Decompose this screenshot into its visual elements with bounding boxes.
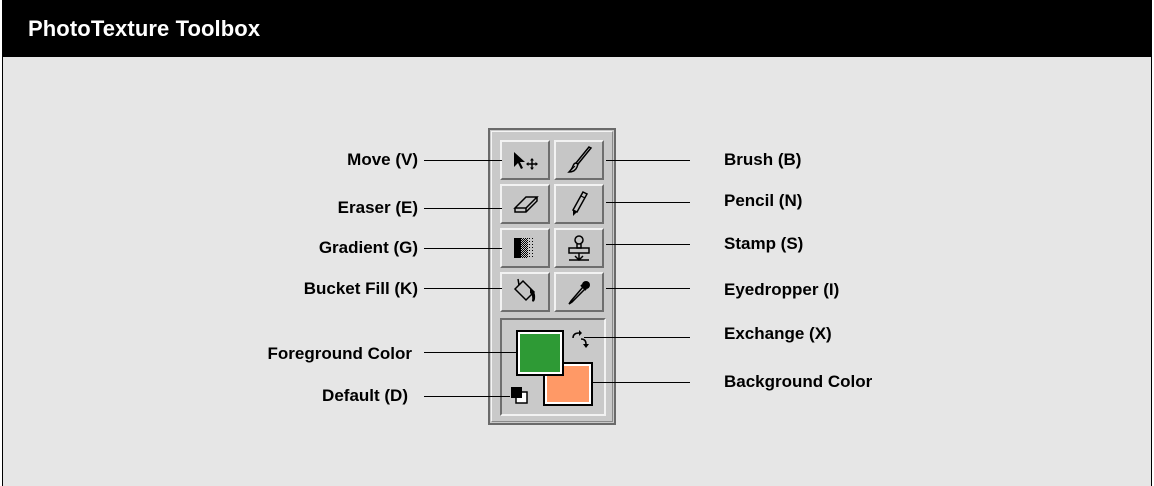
move-tool-button[interactable]: [500, 140, 550, 180]
window-title: PhotoTexture Toolbox: [28, 16, 261, 41]
exchange-callout-line: [584, 337, 690, 338]
stamp-tool-button[interactable]: [554, 228, 604, 268]
stamp-tool-label: Stamp (S): [724, 234, 804, 253]
pencil-tool-label: Pencil (N): [724, 191, 803, 210]
bucket-fill-tool-label: Bucket Fill (K): [303, 279, 418, 298]
brush-icon: [564, 145, 594, 175]
pencil-callout-line: [606, 202, 690, 203]
foreground-color-swatch[interactable]: [516, 330, 564, 376]
default-colors-label: Default (D): [322, 386, 408, 405]
title-bar: PhotoTexture Toolbox: [2, 0, 1152, 57]
move-callout-line: [424, 160, 502, 161]
pencil-icon: [565, 189, 593, 219]
eraser-tool-label: Eraser (E): [337, 198, 418, 217]
gradient-callout-line: [424, 248, 502, 249]
toolbox-panel: [488, 128, 616, 425]
brush-callout-line: [606, 160, 690, 161]
eyedropper-icon: [564, 277, 594, 307]
default-callout-line: [424, 396, 510, 397]
brush-tool-label: Brush (B): [724, 150, 802, 169]
stamp-icon: [564, 233, 594, 263]
pencil-tool-button[interactable]: [554, 184, 604, 224]
background-color-label: Background Color: [724, 372, 873, 391]
brush-tool-button[interactable]: [554, 140, 604, 180]
bucket-fill-icon: [510, 277, 540, 307]
default-colors-icon[interactable]: [510, 386, 528, 409]
gradient-tool-label: Gradient (G): [318, 238, 418, 257]
foreground-color-label: Foreground Color: [267, 344, 412, 363]
eraser-callout-line: [424, 208, 502, 209]
color-well: [500, 318, 606, 416]
eraser-icon: [510, 191, 540, 217]
foreground-callout-line: [424, 352, 516, 353]
gradient-icon: [508, 235, 542, 261]
exchange-colors-label: Exchange (X): [724, 324, 832, 343]
stamp-callout-line: [606, 244, 690, 245]
swap-colors-icon[interactable]: [570, 330, 590, 355]
gradient-tool-button[interactable]: [500, 228, 550, 268]
move-tool-label: Move (V): [347, 150, 418, 169]
eyedropper-tool-button[interactable]: [554, 272, 604, 312]
move-icon: [508, 148, 542, 172]
eyedropper-tool-label: Eyedropper (I): [724, 280, 840, 299]
eyedropper-callout-line: [606, 288, 690, 289]
tool-grid: [500, 140, 606, 312]
background-callout-line: [592, 382, 690, 383]
bucket-fill-tool-button[interactable]: [500, 272, 550, 312]
eraser-tool-button[interactable]: [500, 184, 550, 224]
bucket-fill-callout-line: [424, 288, 502, 289]
